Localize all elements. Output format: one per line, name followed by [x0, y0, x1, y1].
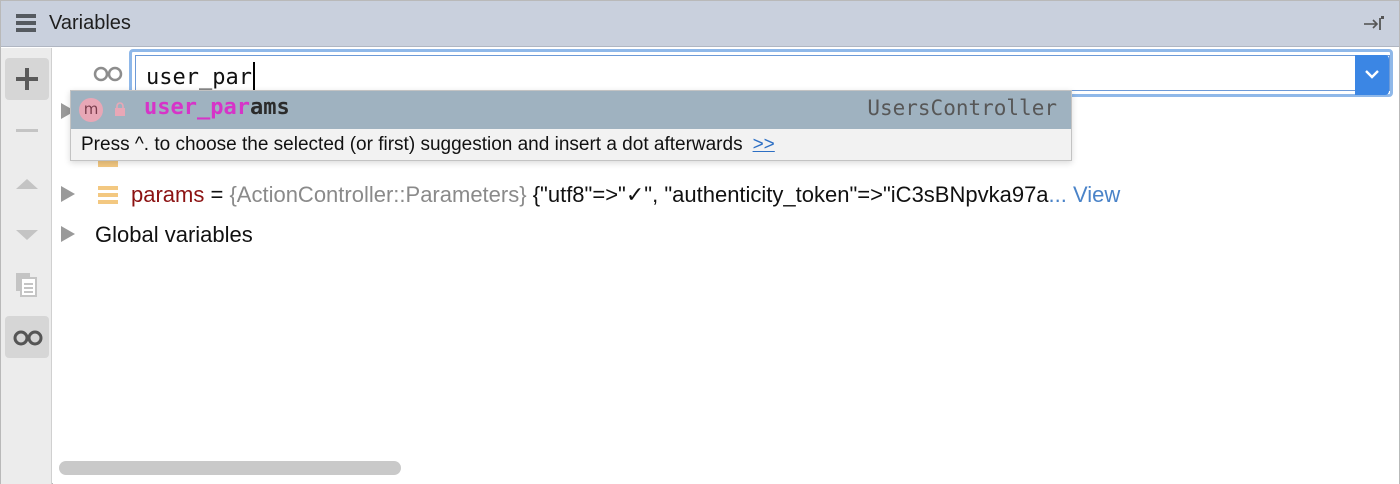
glasses-icon: [13, 330, 43, 346]
triangle-up-icon: [16, 179, 38, 189]
variable-equals: =: [204, 182, 230, 207]
copy-icon: [16, 273, 37, 297]
completion-item-text: user_params: [144, 95, 290, 120]
completion-hint-text: Press ^. to choose the selected (or firs…: [81, 134, 743, 155]
panel-header: Variables: [1, 1, 1399, 47]
view-value-link[interactable]: ... View: [1049, 182, 1121, 207]
move-down-button[interactable]: [5, 212, 49, 254]
add-watch-button[interactable]: [5, 58, 49, 100]
variable-name: params: [131, 182, 205, 207]
completion-rest-text: ams: [249, 95, 290, 120]
field-icon: [98, 161, 118, 167]
chevron-down-icon: [1365, 70, 1379, 79]
variable-value: {"utf8"=>"✓", "authenticity_token"=>"iC3…: [526, 182, 1049, 207]
horizontal-scrollbar[interactable]: [59, 461, 401, 475]
variable-type: {ActionController::Parameters}: [229, 182, 527, 207]
watch-expression-text: user_par: [146, 62, 255, 90]
history-dropdown-button[interactable]: [1355, 55, 1389, 95]
completion-hint: Press ^. to choose the selected (or firs…: [81, 134, 775, 156]
completion-item-type: UsersController: [867, 96, 1057, 120]
global-variables-label: Global variables: [95, 222, 253, 247]
hide-panel-icon[interactable]: [1363, 13, 1385, 33]
hamburger-icon[interactable]: [16, 14, 36, 32]
field-icon: [98, 186, 118, 204]
move-up-button[interactable]: [5, 162, 49, 204]
expand-arrow-icon[interactable]: [61, 186, 75, 202]
panel-title: Variables: [49, 12, 131, 34]
watch-expression-value: user_par: [146, 65, 252, 90]
lock-icon: [115, 102, 125, 116]
minus-icon: [16, 129, 38, 132]
watch-expression-input[interactable]: user_par: [135, 55, 1390, 95]
completion-item-selected[interactable]: m user_params UsersController: [71, 91, 1071, 129]
completion-popup: m user_params UsersController Press ^. t…: [70, 90, 1072, 161]
remove-watch-button[interactable]: [5, 110, 49, 152]
plus-icon: [16, 68, 38, 90]
expand-arrow-icon[interactable]: [61, 226, 75, 242]
completion-hint-link[interactable]: >>: [753, 134, 775, 155]
glasses-icon: [93, 66, 123, 82]
completion-match-text: user_par: [144, 95, 250, 120]
variables-panel: Variables params = {ActionController::Pa…: [0, 0, 1400, 484]
watch-toolbar: [1, 48, 52, 484]
triangle-down-icon: [16, 230, 38, 240]
method-icon: m: [79, 98, 103, 122]
variable-line: params = {ActionController::Parameters} …: [131, 182, 1120, 208]
show-watches-button[interactable]: [5, 316, 49, 358]
copy-button[interactable]: [5, 263, 49, 305]
tree-row-params[interactable]: params = {ActionController::Parameters} …: [61, 177, 1391, 213]
text-caret: [252, 62, 255, 90]
tree-row-global-variables[interactable]: Global variables: [61, 217, 461, 253]
